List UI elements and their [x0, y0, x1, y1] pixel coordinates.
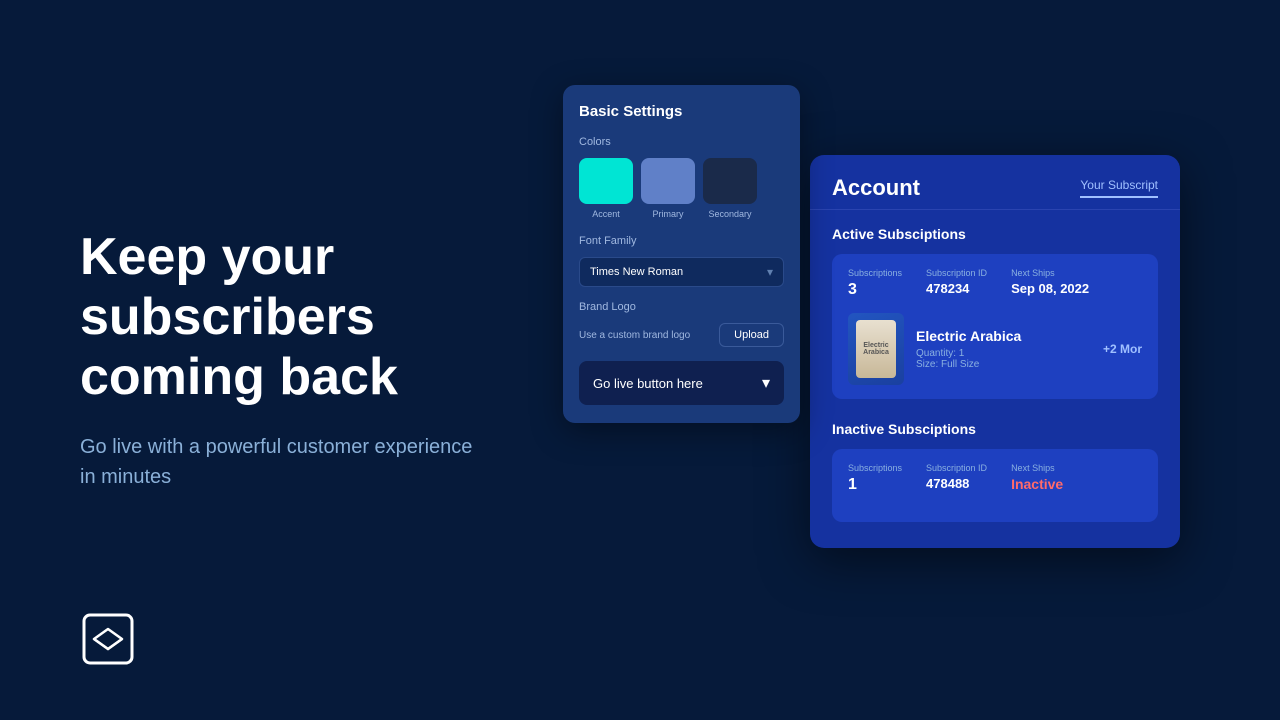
next-ships-item: Next Ships Sep 08, 2022	[1011, 268, 1089, 299]
go-live-row[interactable]: Go live button here ▾	[579, 361, 784, 405]
product-image: Electric Arabica	[848, 313, 904, 385]
inactive-subscription-id-item: Subscription ID 478488	[926, 463, 987, 494]
primary-color-box[interactable]	[641, 158, 695, 204]
product-image-inner: Electric Arabica	[856, 320, 896, 378]
secondary-color-box[interactable]	[703, 158, 757, 204]
logo	[80, 611, 136, 672]
secondary-label: Secondary	[708, 209, 751, 219]
brand-logo-row: Use a custom brand logo Upload	[579, 323, 784, 347]
inactive-subscription-id-value: 478488	[926, 476, 987, 491]
account-tab[interactable]: Your Subscript	[1080, 178, 1158, 198]
hero-subtitle: Go live with a powerful customer experie…	[80, 432, 480, 492]
inactive-subscriptions-count-item: Subscriptions 1	[848, 463, 902, 494]
inactive-subscription-card: Subscriptions 1 Subscription ID 478488 N…	[832, 449, 1158, 522]
go-live-text: Go live button here	[593, 376, 703, 391]
active-subscriptions-section: Active Subsciptions Subscriptions 3 Subs…	[810, 210, 1180, 417]
brand-logo-label: Brand Logo	[579, 301, 784, 313]
inactive-subscriptions-value: 1	[848, 476, 902, 494]
upload-button[interactable]: Upload	[719, 323, 784, 347]
inactive-meta-row: Subscriptions 1 Subscription ID 478488 N…	[848, 463, 1142, 494]
settings-panel: Basic Settings Colors Accent Primary Sec…	[563, 85, 800, 423]
product-row: Electric Arabica Electric Arabica Quanti…	[848, 313, 1142, 385]
active-section-title: Active Subsciptions	[832, 226, 1158, 242]
hero-title: Keep your subscribers coming back	[80, 228, 560, 407]
colors-row: Accent Primary Secondary	[579, 158, 784, 219]
inactive-subscriptions-label: Subscriptions	[848, 463, 902, 473]
inactive-section-title: Inactive Subsciptions	[832, 421, 1158, 437]
account-panel: Account Your Subscript Active Subsciptio…	[810, 155, 1180, 548]
subscriptions-value: 3	[848, 281, 902, 299]
primary-swatch[interactable]: Primary	[641, 158, 695, 219]
accent-color-box[interactable]	[579, 158, 633, 204]
settings-panel-title: Basic Settings	[579, 103, 784, 120]
product-more[interactable]: +2 Mor	[1103, 342, 1142, 356]
active-subscription-card: Subscriptions 3 Subscription ID 478234 N…	[832, 254, 1158, 399]
subscription-id-item: Subscription ID 478234	[926, 268, 987, 299]
font-family-section: Font Family Times New Roman ▾	[579, 235, 784, 287]
next-ships-label: Next Ships	[1011, 268, 1089, 278]
inactive-subscriptions-section: Inactive Subsciptions Subscriptions 1 Su…	[810, 417, 1180, 548]
account-title: Account	[832, 175, 920, 201]
font-family-select[interactable]: Times New Roman ▾	[579, 257, 784, 287]
next-ships-value: Sep 08, 2022	[1011, 281, 1089, 296]
chevron-down-icon: ▾	[762, 373, 770, 393]
accent-swatch[interactable]: Accent	[579, 158, 633, 219]
secondary-swatch[interactable]: Secondary	[703, 158, 757, 219]
chevron-down-icon: ▾	[767, 265, 773, 279]
product-size: Size: Full Size	[916, 359, 1091, 370]
product-details: Electric Arabica Quantity: 1 Size: Full …	[916, 328, 1091, 370]
product-name: Electric Arabica	[916, 328, 1091, 344]
primary-label: Primary	[653, 209, 684, 219]
brand-logo-desc: Use a custom brand logo	[579, 330, 690, 341]
account-header: Account Your Subscript	[810, 155, 1180, 201]
inactive-subscription-id-label: Subscription ID	[926, 463, 987, 473]
brand-logo-section: Brand Logo Use a custom brand logo Uploa…	[579, 301, 784, 347]
hero-section: Keep your subscribers coming back Go liv…	[80, 0, 560, 720]
inactive-status: Inactive	[1011, 476, 1063, 492]
subscription-id-label: Subscription ID	[926, 268, 987, 278]
product-quantity: Quantity: 1	[916, 348, 1091, 359]
logo-icon	[80, 611, 136, 667]
inactive-next-ships-label: Next Ships	[1011, 463, 1063, 473]
subscriptions-count-item: Subscriptions 3	[848, 268, 902, 299]
font-family-label: Font Family	[579, 235, 784, 247]
subscriptions-label: Subscriptions	[848, 268, 902, 278]
active-meta-row: Subscriptions 3 Subscription ID 478234 N…	[848, 268, 1142, 299]
inactive-next-ships-item: Next Ships Inactive	[1011, 463, 1063, 494]
colors-label: Colors	[579, 136, 784, 148]
font-family-value: Times New Roman	[590, 266, 683, 278]
subscription-id-value: 478234	[926, 281, 987, 296]
accent-label: Accent	[592, 209, 620, 219]
